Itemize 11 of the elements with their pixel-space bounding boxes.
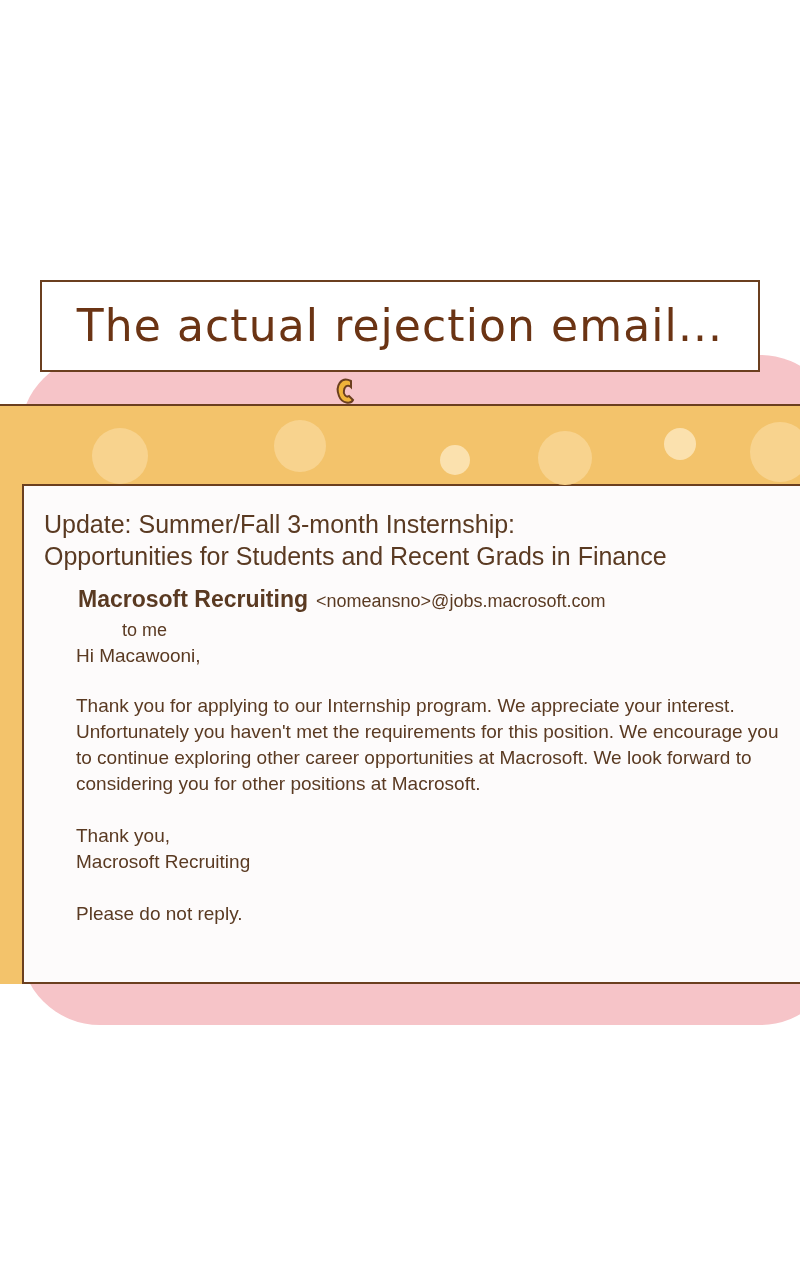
email-subject: Opportunities for Students and Recent Grads in Finance (44, 541, 668, 572)
greeting-text: Hi Macawooni, (76, 643, 202, 668)
sender-name: Macrosoft Recruiting (78, 585, 309, 614)
signoff-text: Thank you, (76, 823, 171, 848)
sender-address: <nomeansno>@jobs.macrosoft.com (316, 590, 606, 613)
footer-text: Please do not reply. (76, 901, 244, 926)
caption-text: The actual rejection email... (76, 299, 724, 353)
recipient-text: to me (121, 618, 169, 642)
signoff-text: Macrosoft Recruiting (76, 849, 252, 874)
body-paragraph: Thank you for applying to our Internship program. We appreciate your interest. Unfortunately you haven't met the requirements for this position. We encourage you to continue exploring other career opportunities at Macrosoft. We look forward to considering you for other positions at Macrosoft. (76, 693, 780, 796)
email-subject: Update: Summer/Fall 3-month Insternship: (44, 509, 517, 540)
